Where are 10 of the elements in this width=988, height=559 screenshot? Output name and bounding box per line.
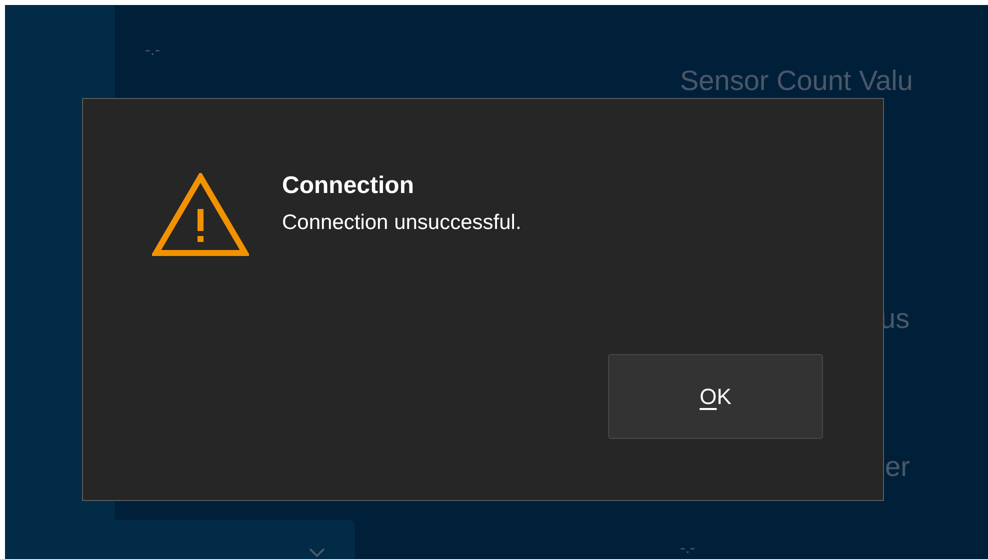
ok-button[interactable]: OK: [608, 354, 823, 439]
field-label: er: [885, 451, 911, 483]
dropdown[interactable]: [5, 520, 355, 559]
field-label: Sensor Count Valu: [680, 65, 913, 97]
reading-value: -.-: [680, 540, 696, 558]
chevron-down-icon: [307, 547, 327, 559]
dialog-message: Connection unsuccessful.: [282, 210, 522, 236]
warning-icon: [152, 173, 249, 257]
reading-value: -.-: [145, 42, 160, 59]
dialog-title: Connection: [282, 171, 415, 201]
